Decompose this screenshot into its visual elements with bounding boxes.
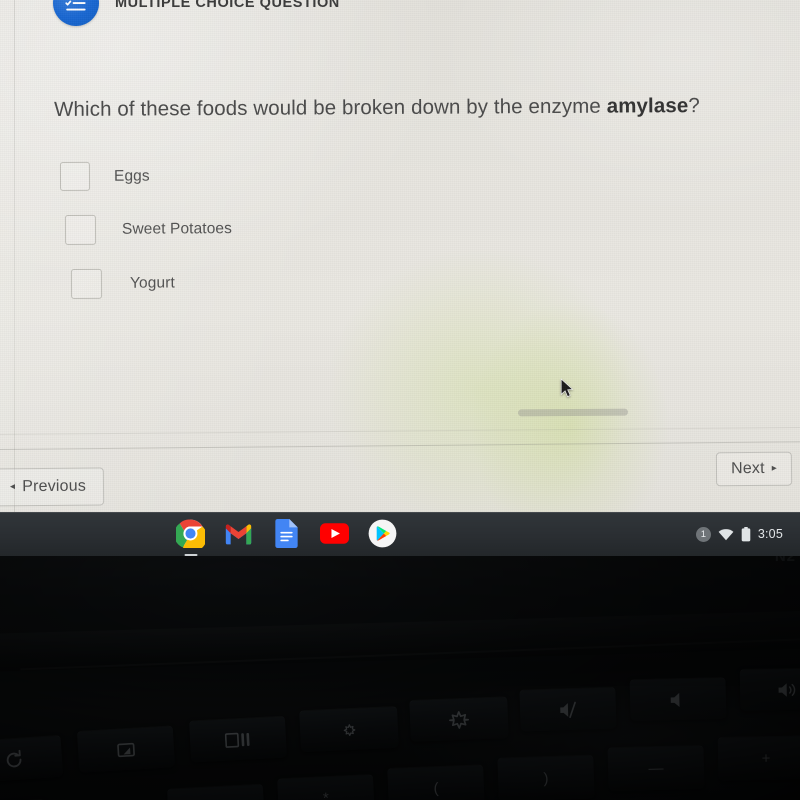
refresh-key[interactable] <box>0 734 64 784</box>
next-button-label: Next <box>730 459 765 478</box>
checkbox-eggs[interactable] <box>59 161 91 191</box>
key-equals-label: + <box>761 749 771 768</box>
key-8-label: * <box>322 789 330 800</box>
clock-time[interactable]: 3:05 <box>758 527 783 541</box>
volume-up-icon <box>778 682 796 697</box>
key-9-label: ( <box>433 779 439 798</box>
brightness-down-key[interactable] <box>299 705 399 753</box>
chromebook-screen: MULTIPLE CHOICE QUESTION Which of these … <box>0 0 800 514</box>
key-9[interactable]: ( <box>387 764 485 800</box>
horizontal-scrollbar[interactable] <box>517 408 629 417</box>
brightness-up-key[interactable] <box>409 696 509 742</box>
key-minus[interactable]: — <box>607 744 705 792</box>
previous-button-label: Previous <box>22 477 87 496</box>
answer-options-list: Eggs Sweet Potatoes Yogurt <box>59 160 480 323</box>
refresh-icon <box>6 749 22 767</box>
shelf-item-play-store[interactable] <box>368 519 397 548</box>
key-0[interactable]: ) <box>497 754 595 800</box>
fullscreen-icon <box>117 742 135 757</box>
volume-down-key[interactable] <box>629 676 727 722</box>
key-0-label: ) <box>543 769 549 788</box>
keyboard: * ( ) — + <box>0 556 800 800</box>
volume-up-key[interactable] <box>739 667 800 711</box>
checkbox-sweet-potatoes[interactable] <box>64 214 97 245</box>
quiz-content: MULTIPLE CHOICE QUESTION Which of these … <box>0 0 800 514</box>
answer-option-eggs[interactable]: Eggs <box>59 160 480 191</box>
laptop-body: N2 * () — + <box>0 556 800 800</box>
shelf-item-google-docs[interactable] <box>272 519 301 548</box>
chevron-right-icon: ▸ <box>771 462 778 474</box>
play-store-icon <box>368 519 397 548</box>
mouse-pointer-icon <box>560 378 576 400</box>
shelf-item-gmail[interactable] <box>224 519 253 548</box>
brightness-low-icon <box>343 724 355 737</box>
battery-icon <box>741 526 751 541</box>
key-equals[interactable]: + <box>717 735 800 781</box>
system-tray[interactable]: 1 3:05 <box>691 512 788 556</box>
previous-button[interactable]: ◂ Previous <box>0 467 105 507</box>
key-7[interactable] <box>166 783 266 800</box>
volume-mute-icon <box>560 701 576 718</box>
footer-divider <box>0 441 800 450</box>
brightness-high-icon <box>449 710 470 729</box>
overview-key[interactable] <box>188 715 288 763</box>
shelf-item-youtube[interactable] <box>320 519 349 548</box>
question-text-prefix: Which of these foods would be broken dow… <box>54 94 607 121</box>
answer-option-label: Eggs <box>113 167 150 185</box>
chrome-icon <box>176 519 205 548</box>
checklist-icon <box>53 0 99 26</box>
shelf-item-chrome[interactable] <box>176 519 205 548</box>
checkbox-yogurt[interactable] <box>70 268 103 299</box>
wifi-icon <box>718 528 734 540</box>
chromeos-shelf: 1 3:05 <box>0 512 800 556</box>
chevron-left-icon: ◂ <box>9 481 16 493</box>
volume-down-icon <box>670 692 680 707</box>
answer-option-yogurt[interactable]: Yogurt <box>70 267 480 299</box>
question-text-suffix: ? <box>688 94 700 118</box>
notification-count-badge[interactable]: 1 <box>695 526 711 542</box>
fullscreen-key[interactable] <box>76 725 176 773</box>
answer-option-label: Yogurt <box>129 274 175 292</box>
answer-option-sweet-potatoes[interactable]: Sweet Potatoes <box>64 213 480 245</box>
youtube-icon <box>320 523 349 544</box>
question-text-emphasis: amylase <box>606 94 689 118</box>
question-header: MULTIPLE CHOICE QUESTION <box>53 0 340 26</box>
question-text: Which of these foods would be broken dow… <box>54 94 754 122</box>
footer-divider-secondary <box>0 427 800 435</box>
key-minus-label: — <box>648 759 664 778</box>
google-docs-icon <box>275 519 298 548</box>
key-8[interactable]: * <box>277 773 375 800</box>
overview-icon <box>224 732 250 748</box>
shelf-app-list <box>176 519 397 548</box>
gmail-icon <box>225 524 252 545</box>
screenshot-stage: MULTIPLE CHOICE QUESTION Which of these … <box>0 0 800 800</box>
next-button[interactable]: Next ▸ <box>715 451 793 487</box>
answer-option-label: Sweet Potatoes <box>121 220 233 238</box>
question-type-label: MULTIPLE CHOICE QUESTION <box>115 0 340 11</box>
mute-key[interactable] <box>519 686 617 732</box>
